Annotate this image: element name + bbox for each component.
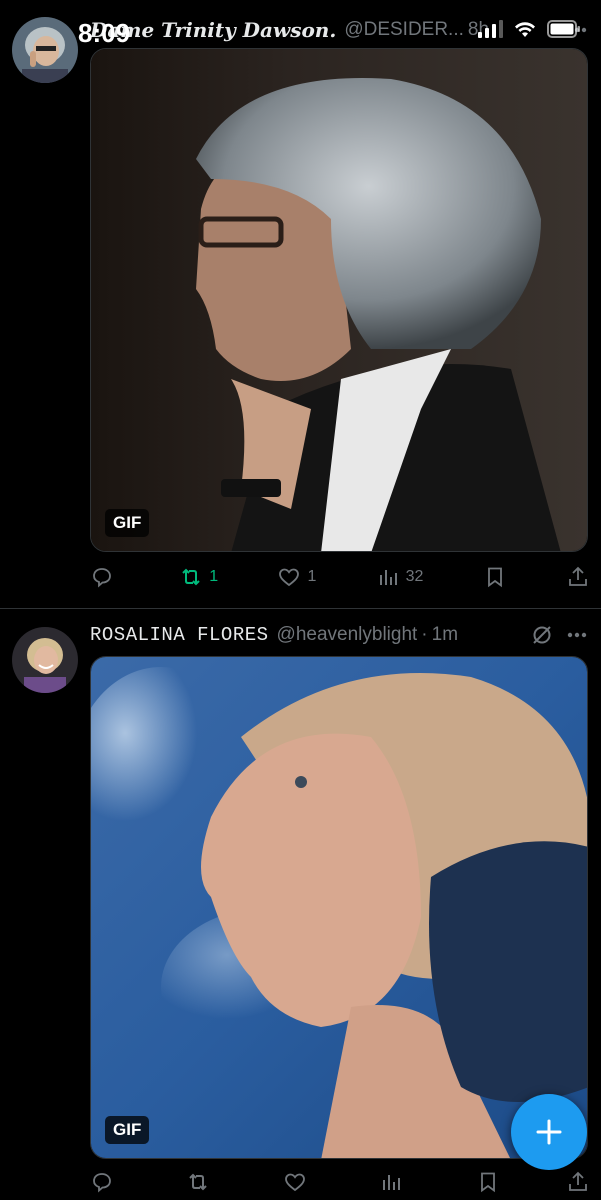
timestamp[interactable]: 1m [432,624,458,646]
wifi-icon [515,22,535,37]
reply-icon [93,568,111,588]
views-icon [379,570,397,585]
tweet-actions: 1 1 32 [90,565,590,589]
views-button[interactable] [379,1170,409,1194]
more-icon[interactable] [567,632,587,638]
bookmark-button[interactable] [476,1170,500,1194]
status-time: 8:09 [78,18,131,48]
views-count: 32 [405,568,424,585]
tweet-actions [90,1170,590,1194]
share-button[interactable] [566,565,590,589]
bookmark-icon [480,1172,495,1193]
tweet-2[interactable]: ROSALINA FLORES @heavenlyblight · 1m GIF [0,609,601,1200]
tweet-media-gif[interactable]: GIF [90,656,588,1159]
heart-icon [284,1173,305,1192]
compose-button[interactable] [511,1094,587,1170]
handle[interactable]: @DESIDER... [344,19,464,41]
avatar[interactable] [12,17,78,83]
reply-button[interactable] [90,1170,120,1194]
display-name[interactable]: ROSALINA FLORES [90,624,269,646]
handle[interactable]: @heavenlyblight [277,624,418,646]
gif-badge: GIF [105,1116,150,1144]
share-icon [569,1171,587,1191]
like-count: 1 [307,568,317,585]
retweet-button[interactable]: 1 [179,565,218,589]
plus-icon [536,1119,562,1145]
tweet-media-gif[interactable]: GIF [90,48,588,552]
tweet-header: ROSALINA FLORES @heavenlyblight · 1m [90,624,587,646]
like-button[interactable]: 1 [277,565,316,589]
retweet-button[interactable] [186,1170,216,1194]
reply-button[interactable] [90,565,120,589]
signal-icon [478,20,503,38]
views-button[interactable]: 32 [376,565,424,589]
retweet-icon [182,568,200,586]
like-button[interactable] [283,1170,313,1194]
grok-icon[interactable] [531,624,553,646]
separator-dot: · [421,624,428,645]
share-button[interactable] [566,1170,590,1194]
heart-icon [279,568,300,587]
reply-icon [93,1173,111,1193]
avatar[interactable] [12,627,78,693]
status-icons [478,20,581,38]
bookmark-button[interactable] [483,565,507,589]
views-icon [383,1175,401,1190]
tweet-1[interactable]: Dame Trinity Dawson. @DESIDER... 8h GIF … [0,0,601,608]
retweet-count: 1 [209,568,219,585]
gif-badge: GIF [105,509,150,537]
battery-icon [547,20,580,38]
bookmark-icon [487,567,502,588]
retweet-icon [189,1173,208,1191]
share-icon [569,566,587,586]
